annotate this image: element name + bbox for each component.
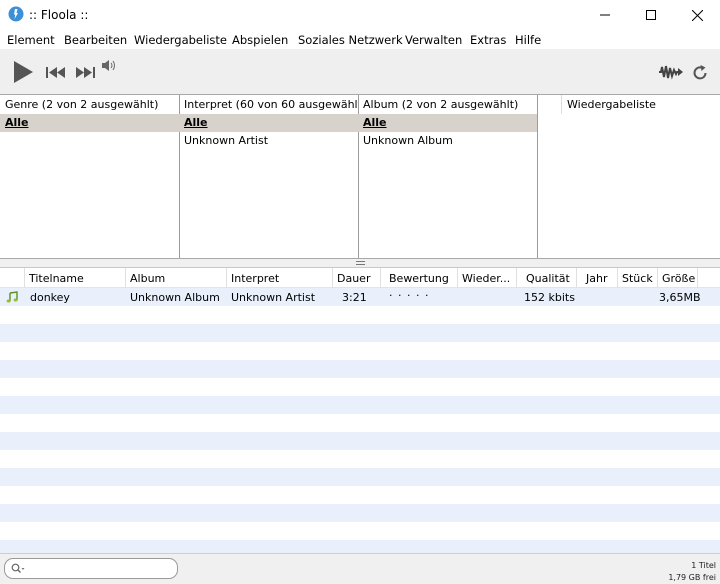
table-row[interactable]: donkey Unknown Album Unknown Artist 3:21… [0, 288, 720, 306]
track-artist: Unknown Artist [231, 291, 316, 304]
table-row-empty [0, 450, 720, 468]
close-icon [691, 9, 703, 21]
title-bar: :: Floola :: [0, 0, 720, 30]
column-header-album[interactable]: Album [126, 268, 227, 288]
menu-soziales-netzwerk[interactable]: Soziales Netzwerk [298, 33, 403, 47]
menu-bearbeiten[interactable]: Bearbeiten [64, 33, 127, 47]
genre-pane: Genre (2 von 2 ausgewählt) Alle [0, 95, 180, 258]
maximize-icon [646, 10, 656, 20]
menu-bar: Element Bearbeiten Wiedergabeliste Abspi… [0, 30, 720, 49]
table-row-empty [0, 540, 720, 553]
table-row-empty [0, 324, 720, 342]
status-bar: 1 Titel 1,79 GB frei [0, 553, 720, 584]
menu-wiedergabeliste[interactable]: Wiedergabeliste [134, 33, 227, 47]
column-header-playcount[interactable]: Wieder... [458, 268, 517, 288]
table-row-empty [0, 396, 720, 414]
playlist-column-divider [561, 95, 562, 114]
play-icon [14, 61, 33, 83]
table-row-empty [0, 414, 720, 432]
column-header-artist[interactable]: Interpret [227, 268, 333, 288]
column-header-title[interactable]: Titelname [25, 268, 126, 288]
next-icon [76, 66, 95, 78]
minimize-button[interactable] [582, 0, 628, 30]
column-header-rating[interactable]: Bewertung [381, 268, 458, 288]
track-count-status: 1 Titel [691, 561, 716, 570]
music-note-icon [6, 291, 18, 303]
column-header-year[interactable]: Jahr [577, 268, 618, 288]
column-header-icon[interactable] [0, 268, 25, 288]
next-button[interactable] [74, 65, 96, 79]
artist-item[interactable]: Unknown Artist [179, 132, 358, 150]
table-header: Titelname Album Interpret Dauer Bewertun… [0, 268, 720, 288]
volume-button[interactable] [101, 58, 117, 72]
track-duration: 3:21 [342, 291, 367, 304]
table-row-empty [0, 432, 720, 450]
pane-splitter[interactable] [0, 259, 720, 267]
refresh-icon [693, 65, 707, 80]
minimize-icon [600, 14, 610, 16]
toolbar [0, 49, 720, 94]
maximize-button[interactable] [628, 0, 674, 30]
track-size: 3,65MB [659, 291, 701, 304]
previous-icon [46, 66, 65, 78]
library-browser: Genre (2 von 2 ausgewählt) Alle Interpre… [0, 94, 720, 259]
menu-extras[interactable]: Extras [470, 33, 506, 47]
previous-button[interactable] [45, 65, 67, 79]
album-all-item[interactable]: Alle [358, 114, 537, 132]
window-title: :: Floola :: [29, 8, 89, 22]
artist-all-item[interactable]: Alle [179, 114, 358, 132]
speaker-icon [102, 59, 115, 71]
table-row-empty [0, 468, 720, 486]
floola-logo-icon [8, 6, 24, 22]
menu-hilfe[interactable]: Hilfe [515, 33, 541, 47]
table-row-empty [0, 504, 720, 522]
menu-verwalten[interactable]: Verwalten [405, 33, 462, 47]
album-pane-header[interactable]: Album (2 von 2 ausgewählt) [358, 95, 537, 114]
search-icon [11, 563, 25, 573]
waveform-icon [659, 65, 683, 80]
search-input[interactable] [27, 561, 172, 576]
artist-pane-header[interactable]: Interpret (60 von 60 ausgewählt) [179, 95, 358, 114]
menu-abspielen[interactable]: Abspielen [232, 33, 288, 47]
table-row-empty [0, 306, 720, 324]
album-item[interactable]: Unknown Album [358, 132, 537, 150]
close-button[interactable] [674, 0, 720, 30]
visualizer-button[interactable] [657, 64, 685, 80]
column-header-duration[interactable]: Dauer [333, 268, 381, 288]
track-list: Titelname Album Interpret Dauer Bewertun… [0, 267, 720, 553]
playlist-pane-header[interactable]: Wiedergabeliste [537, 95, 720, 114]
table-row-empty [0, 522, 720, 540]
table-row-empty [0, 486, 720, 504]
splitter-grip-icon [356, 261, 365, 265]
playlist-pane: Wiedergabeliste [537, 95, 720, 258]
menu-element[interactable]: Element [7, 33, 55, 47]
album-pane: Album (2 von 2 ausgewählt) Alle Unknown … [358, 95, 538, 258]
artist-pane: Interpret (60 von 60 ausgewählt) Alle Un… [179, 95, 359, 258]
search-box[interactable] [4, 558, 178, 579]
column-header-track-number[interactable]: Stück [618, 268, 658, 288]
track-rating[interactable]: · · · · · [389, 289, 429, 302]
free-space-status: 1,79 GB frei [668, 573, 716, 582]
track-quality: 152 kbits [524, 291, 575, 304]
table-row-empty [0, 378, 720, 396]
table-row-empty [0, 360, 720, 378]
track-album: Unknown Album [130, 291, 220, 304]
play-button[interactable] [10, 59, 36, 85]
table-row-empty [0, 342, 720, 360]
refresh-button[interactable] [690, 63, 710, 83]
column-header-quality[interactable]: Qualität [517, 268, 577, 288]
genre-pane-header[interactable]: Genre (2 von 2 ausgewählt) [0, 95, 179, 114]
track-title: donkey [30, 291, 70, 304]
genre-all-item[interactable]: Alle [0, 114, 179, 132]
column-header-size[interactable]: Größe [658, 268, 698, 288]
